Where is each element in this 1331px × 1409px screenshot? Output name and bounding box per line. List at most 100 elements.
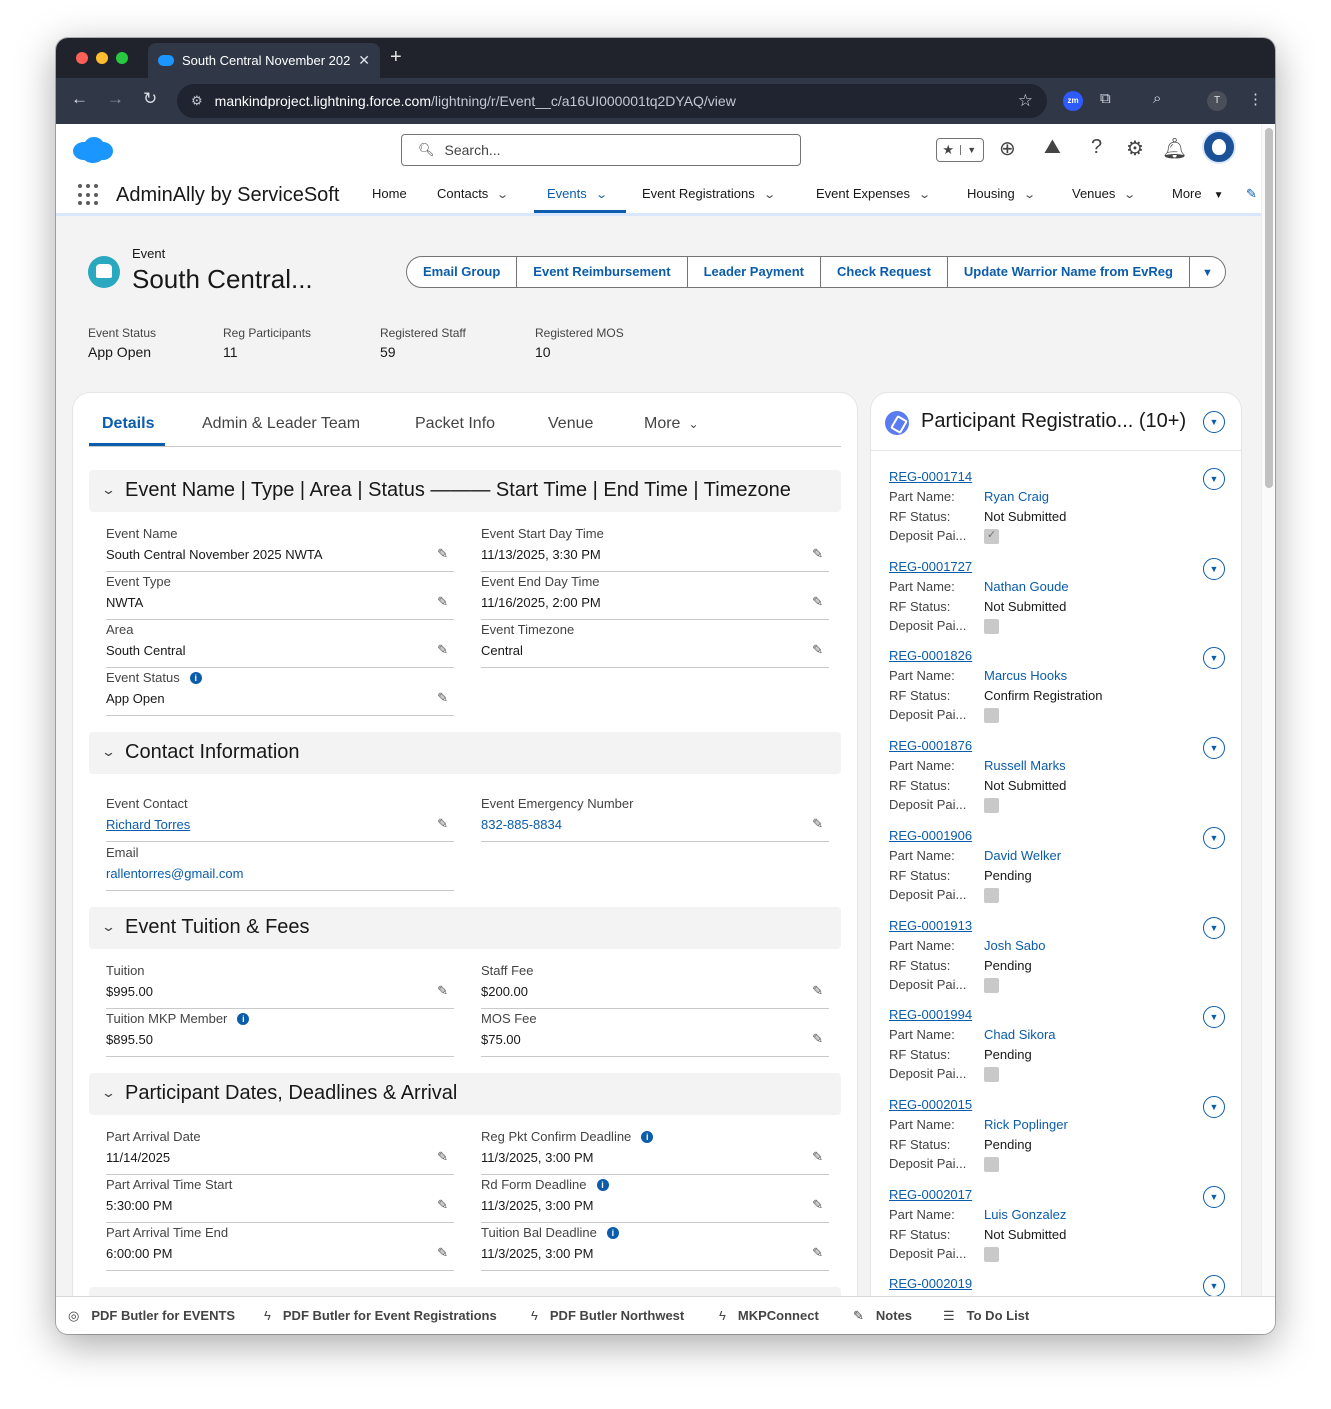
edit-pencil-icon[interactable]: ✎ (812, 1149, 823, 1165)
zoom-extension-icon[interactable]: zm (1063, 91, 1083, 111)
edit-nav-icon[interactable]: ✎ (1246, 186, 1257, 202)
row-actions-button[interactable]: ▼ (1203, 1185, 1225, 1208)
tab-details[interactable]: Details (102, 415, 154, 433)
email-link[interactable]: rallentorres@gmail.com (106, 866, 243, 881)
chevron-down-icon[interactable]: ⌄ (595, 188, 608, 201)
registration-link[interactable]: REG-0002019 (889, 1276, 972, 1291)
tab-more[interactable]: More ⌄ (644, 415, 699, 433)
row-actions-button[interactable]: ▼ (1203, 826, 1225, 849)
close-window-button[interactable] (76, 52, 88, 64)
section-participant-dates[interactable]: ⌄ Participant Dates, Deadlines & Arrival (89, 1073, 841, 1115)
edit-pencil-icon[interactable]: ✎ (437, 983, 448, 999)
help-icon[interactable]: ? (1091, 136, 1102, 159)
registration-link[interactable]: REG-0001714 (889, 469, 972, 484)
app-launcher-icon[interactable] (78, 184, 100, 206)
info-icon[interactable]: i (606, 1227, 619, 1239)
profile-avatar[interactable]: T (1207, 91, 1227, 111)
nav-item-events[interactable]: Events ⌄ (547, 186, 608, 201)
utility-notes[interactable]: ✎ Notes (853, 1308, 912, 1324)
maximize-window-button[interactable] (116, 52, 128, 64)
salesforce-logo-icon[interactable] (72, 136, 114, 164)
edit-pencil-icon[interactable]: ✎ (437, 1197, 448, 1213)
page-scrollbar[interactable] (1261, 124, 1275, 1296)
registration-link[interactable]: REG-0001876 (889, 738, 972, 753)
user-avatar[interactable] (1202, 130, 1236, 164)
event-contact-link[interactable]: Richard Torres (106, 817, 190, 832)
participant-link[interactable]: Nathan Goude (984, 579, 1069, 594)
check-request-button[interactable]: Check Request (821, 257, 948, 287)
info-icon[interactable]: i (641, 1131, 654, 1143)
participant-link[interactable]: Rick Poplinger (984, 1117, 1068, 1132)
chevron-down-icon[interactable]: ⌄ (763, 188, 776, 201)
utility-to-do-list[interactable]: ☰ To Do List (943, 1308, 1029, 1324)
utility-pdf-butler-events[interactable]: ◎ PDF Butler for EVENTS (68, 1308, 235, 1324)
nav-item-contacts[interactable]: Contacts ⌄ (437, 186, 509, 201)
registration-link[interactable]: REG-0001826 (889, 648, 972, 663)
email-group-button[interactable]: Email Group (407, 257, 518, 287)
nav-item-venues[interactable]: Venues ⌄ (1072, 186, 1137, 201)
new-tab-icon[interactable]: + (390, 46, 402, 69)
chevron-down-icon[interactable]: ⌄ (496, 188, 509, 201)
forward-icon[interactable]: → (107, 89, 124, 109)
favorites-menu-icon[interactable]: ▼ (959, 145, 984, 155)
chevron-down-icon[interactable]: ⌄ (918, 188, 931, 201)
section-contact-information[interactable]: ⌄ Contact Information (89, 732, 841, 774)
row-actions-button[interactable]: ▼ (1203, 1095, 1225, 1118)
chevron-down-icon[interactable]: ⌄ (1124, 188, 1137, 201)
tab-venue[interactable]: Venue (548, 415, 593, 433)
edit-pencil-icon[interactable]: ✎ (437, 1245, 448, 1261)
nav-item-home[interactable]: Home (372, 186, 407, 201)
section-event-name[interactable]: ⌄ Event Name | Type | Area | Status ——— … (89, 470, 841, 512)
caret-down-icon[interactable]: ▼ (1214, 190, 1224, 201)
registration-link[interactable]: REG-0001906 (889, 828, 972, 843)
registration-link[interactable]: REG-0001913 (889, 918, 972, 933)
close-tab-icon[interactable]: ✕ (358, 52, 370, 69)
section-tuition-fees[interactable]: ⌄ Event Tuition & Fees (89, 907, 841, 949)
edit-pencil-icon[interactable]: ✎ (437, 594, 448, 610)
browser-menu-icon[interactable]: ⋮ (1248, 90, 1263, 108)
edit-pencil-icon[interactable]: ✎ (812, 546, 823, 562)
site-settings-icon[interactable]: ⚙ (191, 93, 203, 109)
leader-payment-button[interactable]: Leader Payment (688, 257, 821, 287)
tab-packet-info[interactable]: Packet Info (415, 415, 495, 433)
participant-link[interactable]: Ryan Craig (984, 489, 1049, 504)
participant-link[interactable]: Josh Sabo (984, 938, 1045, 953)
reload-icon[interactable]: ↻ (143, 89, 157, 109)
trailhead-icon[interactable]: ⛰ (1044, 136, 1061, 159)
row-actions-button[interactable]: ▼ (1203, 1275, 1225, 1296)
edit-pencil-icon[interactable]: ✎ (812, 1245, 823, 1261)
nav-item-more[interactable]: More ▼ (1172, 186, 1224, 201)
minimize-window-button[interactable] (96, 52, 108, 64)
edit-pencil-icon[interactable]: ✎ (812, 1031, 823, 1047)
update-warrior-name-button[interactable]: Update Warrior Name from EvReg (948, 257, 1190, 287)
edit-pencil-icon[interactable]: ✎ (437, 1149, 448, 1165)
bookmark-star-icon[interactable]: ☆ (1018, 91, 1033, 111)
registration-link[interactable]: REG-0001727 (889, 559, 972, 574)
registration-link[interactable]: REG-0002015 (889, 1097, 972, 1112)
registration-link[interactable]: REG-0001994 (889, 1007, 972, 1022)
participant-link[interactable]: David Welker (984, 848, 1061, 863)
row-actions-button[interactable]: ▼ (1203, 557, 1225, 580)
edit-pencil-icon[interactable]: ✎ (437, 690, 448, 706)
notifications-bell-icon[interactable]: 🔔︎ (1162, 136, 1187, 161)
edit-pencil-icon[interactable]: ✎ (812, 1197, 823, 1213)
edit-pencil-icon[interactable]: ✎ (437, 642, 448, 658)
nav-item-event-registrations[interactable]: Event Registrations ⌄ (642, 186, 776, 201)
edit-pencil-icon[interactable]: ✎ (437, 546, 448, 562)
row-actions-button[interactable]: ▼ (1203, 468, 1225, 490)
edit-pencil-icon[interactable]: ✎ (437, 816, 448, 832)
info-icon[interactable]: i (237, 1013, 250, 1025)
edit-pencil-icon[interactable]: ✎ (812, 642, 823, 658)
tab-search-icon[interactable]: ⌕ (1153, 90, 1161, 107)
utility-pdf-butler-registrations[interactable]: ϟ PDF Butler for Event Registrations (264, 1308, 497, 1323)
row-actions-button[interactable]: ▼ (1203, 737, 1225, 760)
favorites-button[interactable]: ★ ▼ (936, 138, 984, 162)
related-list-title[interactable]: Participant Registratio... (10+) (921, 410, 1186, 433)
more-actions-button[interactable]: ▼ (1190, 257, 1225, 287)
address-bar[interactable]: ⚙ mankindproject.lightning.force.com/lig… (177, 84, 1047, 118)
registration-link[interactable]: REG-0002017 (889, 1187, 972, 1202)
nav-item-event-expenses[interactable]: Event Expenses ⌄ (816, 186, 931, 201)
nav-item-housing[interactable]: Housing ⌄ (967, 186, 1036, 201)
edit-pencil-icon[interactable]: ✎ (812, 594, 823, 610)
tab-admin-leader-team[interactable]: Admin & Leader Team (202, 415, 360, 433)
